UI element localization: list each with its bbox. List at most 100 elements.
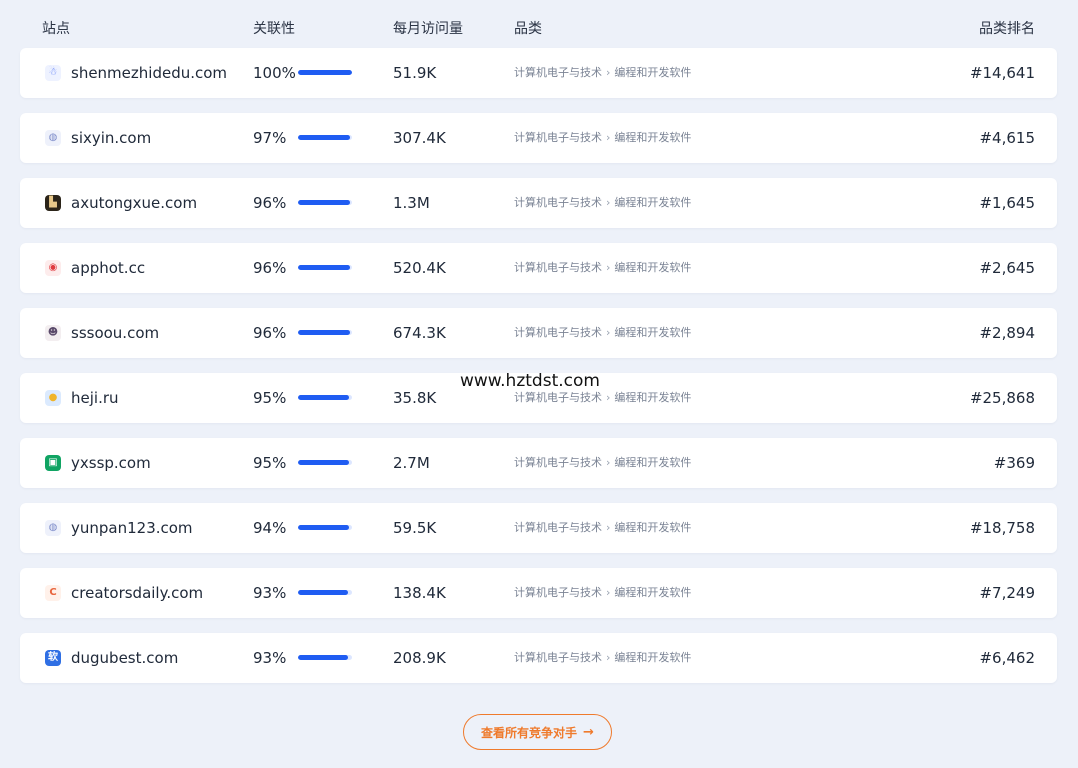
table-row[interactable]: ◍ sixyin.com 97% 307.4K 计算机电子与技术 › 编程和开发软件 #4,6…	[20, 113, 1057, 163]
category-main: 计算机电子与技术	[514, 196, 602, 209]
table-row[interactable]: ▣ yxssp.com 95% 2.7M 计算机电子与技术 › 编程和开发软件 #369	[20, 438, 1057, 488]
relevance-bar-fill	[298, 265, 350, 270]
chevron-right-icon: ›	[606, 66, 611, 79]
monthly-visits: 59.5K	[393, 519, 437, 537]
face-favicon-icon: ☻	[45, 325, 61, 341]
table-row[interactable]: 软 dugubest.com 93% 208.9K 计算机电子与技术 › 编程和开发软件 #6…	[20, 633, 1057, 683]
arrow-right-icon: →	[583, 724, 594, 740]
circle-favicon-icon: ●	[45, 390, 61, 406]
site-domain-link[interactable]: yunpan123.com	[71, 518, 193, 538]
category-path: 计算机电子与技术 › 编程和开发软件	[514, 326, 691, 340]
watermark: www.hztdst.com	[460, 370, 600, 392]
category-rank: #18,758	[969, 519, 1035, 537]
chevron-right-icon: ›	[606, 326, 611, 339]
site-domain-link[interactable]: creatorsdaily.com	[71, 583, 203, 603]
relevance-bar	[298, 590, 352, 595]
relevance-bar	[298, 200, 352, 205]
site-domain-link[interactable]: axutongxue.com	[71, 193, 197, 213]
category-sub: 编程和开发软件	[614, 66, 692, 79]
site-domain-link[interactable]: yxssp.com	[71, 453, 151, 473]
site-domain-link[interactable]: heji.ru	[71, 388, 119, 408]
category-sub: 编程和开发软件	[614, 521, 692, 534]
relevance-percent: 93%	[253, 649, 287, 667]
category-main: 计算机电子与技术	[514, 586, 602, 599]
chevron-right-icon: ›	[606, 586, 611, 599]
header-relevance: 关联性	[253, 21, 295, 37]
category-rank: #25,868	[969, 389, 1035, 407]
relevance-percent: 100%	[253, 64, 296, 82]
monthly-visits: 307.4K	[393, 129, 446, 147]
category-main: 计算机电子与技术	[514, 326, 602, 339]
relevance-bar	[298, 460, 352, 465]
chevron-right-icon: ›	[606, 131, 611, 144]
relevance-bar-fill	[298, 590, 349, 595]
relevance-bar	[298, 655, 352, 660]
monthly-visits: 138.4K	[393, 584, 446, 602]
relevance-bar	[298, 265, 352, 270]
relevance-percent: 96%	[253, 324, 287, 342]
category-sub: 编程和开发软件	[614, 326, 692, 339]
category-rank: #6,462	[979, 649, 1035, 667]
category-path: 计算机电子与技术 › 编程和开发软件	[514, 651, 691, 665]
relevance-percent: 97%	[253, 129, 287, 147]
category-main: 计算机电子与技术	[514, 391, 602, 404]
table-row[interactable]: ▙ axutongxue.com 96% 1.3M 计算机电子与技术 › 编程和开发软件 #1…	[20, 178, 1057, 228]
relevance-bar	[298, 525, 352, 530]
table-header: 站点 关联性 每月访问量 品类 品类排名	[20, 0, 1057, 48]
table-row[interactable]: ☻ sssoou.com 96% 674.3K 计算机电子与技术 › 编程和开发软件 #2,8…	[20, 308, 1057, 358]
robot-favicon-icon: ☃	[45, 65, 61, 81]
table-row[interactable]: ◉ apphot.cc 96% 520.4K 计算机电子与技术 › 编程和开发软件 #2,64…	[20, 243, 1057, 293]
category-sub: 编程和开发软件	[614, 586, 692, 599]
category-rank: #2,894	[979, 324, 1035, 342]
header-category: 品类	[514, 21, 542, 37]
chevron-right-icon: ›	[606, 456, 611, 469]
header-site: 站点	[42, 21, 70, 37]
monthly-visits: 1.3M	[393, 194, 430, 212]
relevance-percent: 96%	[253, 259, 287, 277]
monthly-visits: 674.3K	[393, 324, 446, 342]
category-main: 计算机电子与技术	[514, 521, 602, 534]
category-path: 计算机电子与技术 › 编程和开发软件	[514, 521, 691, 535]
category-path: 计算机电子与技术 › 编程和开发软件	[514, 131, 691, 145]
category-path: 计算机电子与技术 › 编程和开发软件	[514, 196, 691, 210]
category-rank: #14,641	[969, 64, 1035, 82]
site-domain-link[interactable]: sssoou.com	[71, 323, 159, 343]
relevance-bar-fill	[298, 395, 350, 400]
relevance-bar-fill	[298, 655, 349, 660]
category-rank: #1,645	[979, 194, 1035, 212]
relevance-bar	[298, 395, 352, 400]
green-square-favicon-icon: ▣	[45, 455, 61, 471]
table-row[interactable]: ☃ shenmezhidedu.com 100% 51.9K 计算机电子与技术 › 编程和开…	[20, 48, 1057, 98]
table-row[interactable]: ◍ yunpan123.com 94% 59.5K 计算机电子与技术 › 编程和开发软件 #1…	[20, 503, 1057, 553]
site-domain-link[interactable]: sixyin.com	[71, 128, 151, 148]
site-domain-link[interactable]: dugubest.com	[71, 648, 178, 668]
view-all-competitors-button[interactable]: 查看所有竞争对手 →	[463, 714, 612, 750]
category-main: 计算机电子与技术	[514, 131, 602, 144]
category-rank: #4,615	[979, 129, 1035, 147]
monthly-visits: 51.9K	[393, 64, 437, 82]
relevance-percent: 95%	[253, 389, 287, 407]
relevance-bar	[298, 330, 352, 335]
category-rank: #7,249	[979, 584, 1035, 602]
view-all-competitors-label: 查看所有竞争对手	[481, 725, 578, 740]
category-sub: 编程和开发软件	[614, 456, 692, 469]
category-main: 计算机电子与技术	[514, 456, 602, 469]
table-row[interactable]: Ccreatorsdaily.com 93% 138.4K 计算机电子与技术 › 编程和开…	[20, 568, 1057, 618]
category-path: 计算机电子与技术 › 编程和开发软件	[514, 586, 691, 600]
relevance-bar-fill	[298, 460, 350, 465]
relevance-bar-fill	[298, 135, 351, 140]
site-domain-link[interactable]: apphot.cc	[71, 258, 145, 278]
relevance-percent: 96%	[253, 194, 287, 212]
chevron-right-icon: ›	[606, 391, 611, 404]
monthly-visits: 35.8K	[393, 389, 437, 407]
relevance-percent: 94%	[253, 519, 287, 537]
relevance-bar-fill	[298, 200, 350, 205]
category-sub: 编程和开发软件	[614, 651, 692, 664]
category-sub: 编程和开发软件	[614, 131, 692, 144]
site-domain-link[interactable]: shenmezhidedu.com	[71, 63, 227, 83]
relevance-bar-fill	[298, 330, 350, 335]
category-path: 计算机电子与技术 › 编程和开发软件	[514, 391, 691, 405]
category-rank: #2,645	[979, 259, 1035, 277]
relevance-bar-fill	[298, 70, 352, 75]
chevron-right-icon: ›	[606, 196, 611, 209]
